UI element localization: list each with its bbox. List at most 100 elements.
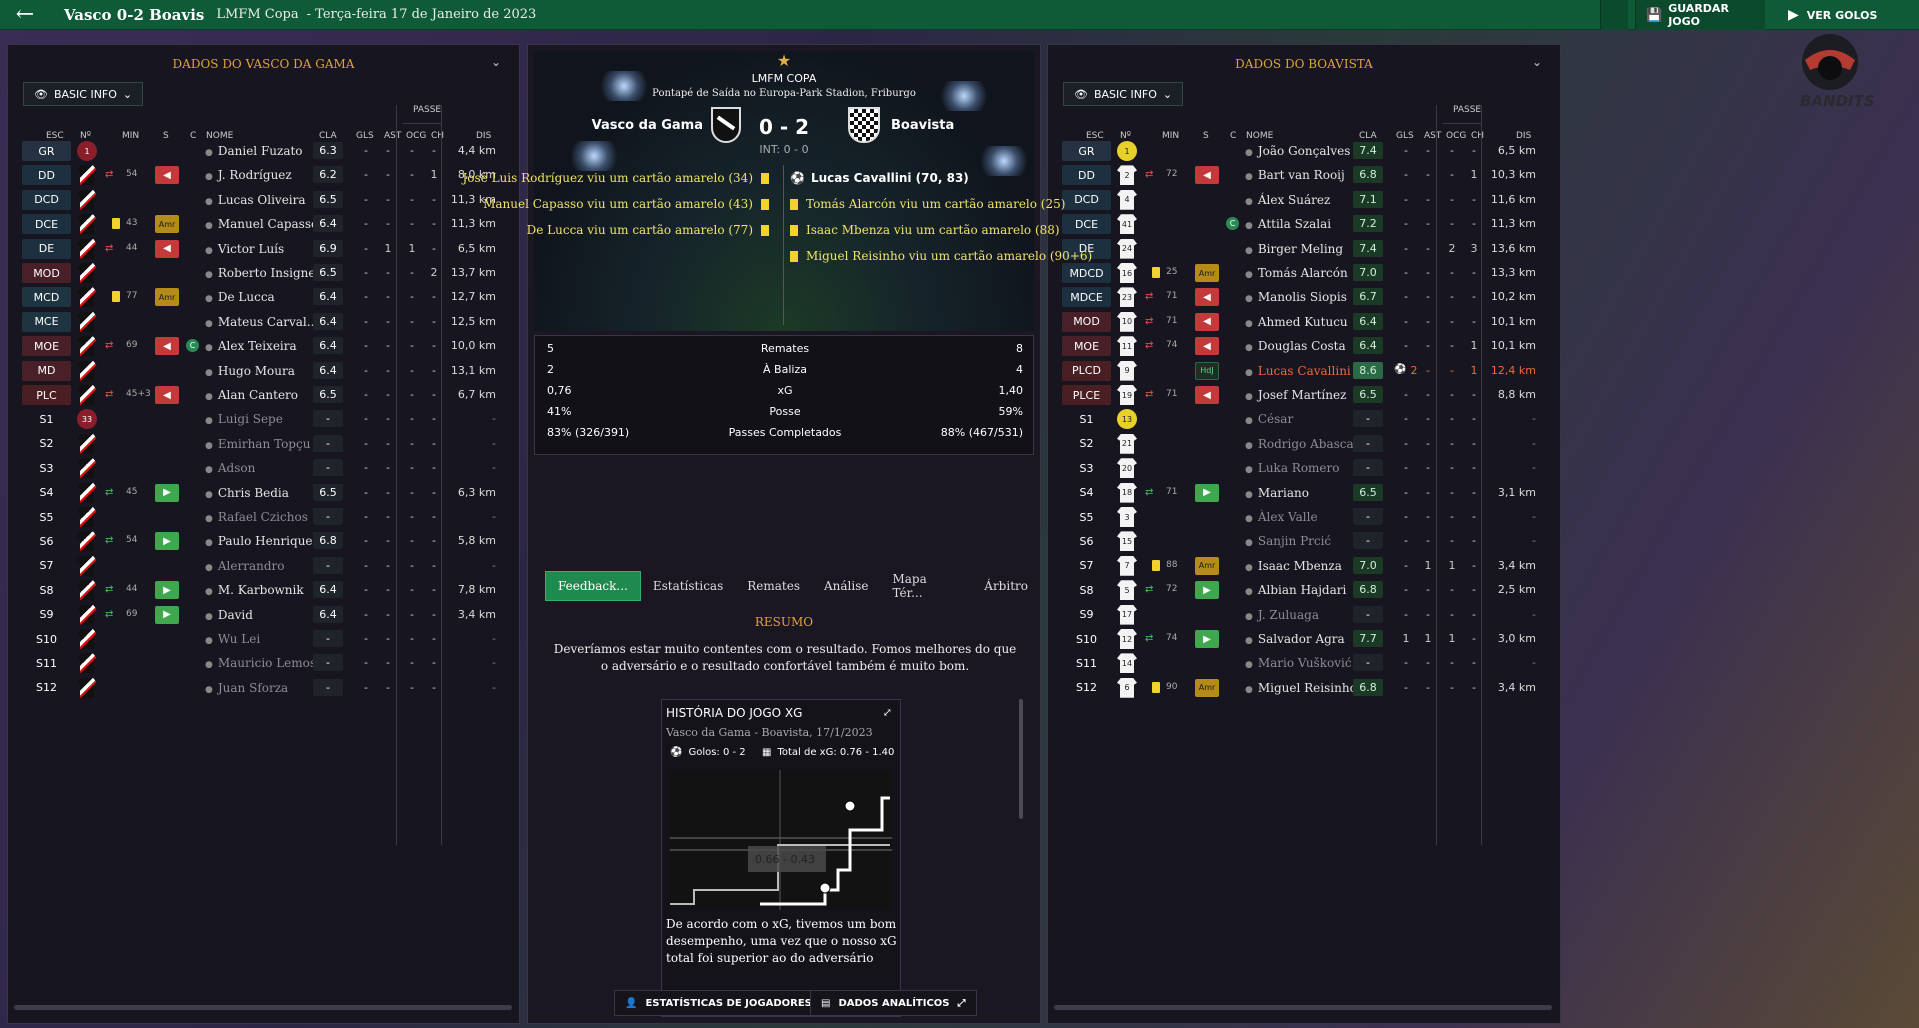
- table-row[interactable]: S10 ● Wu Lei - - - - - -: [8, 626, 519, 652]
- table-row[interactable]: PLCE 19 ⇄ 71 ◀ ● Josef Martínez 6.5 - - - - 8,8 km: [1048, 382, 1560, 408]
- column-header-ocg[interactable]: OCG: [406, 131, 426, 141]
- player-name[interactable]: ● Salvador Agra: [1245, 632, 1345, 646]
- tab-4[interactable]: Mapa Tér...: [880, 571, 972, 601]
- table-row[interactable]: S9 ⇄ 69 ▶ ● David 6.4 - - - - 3,4 km: [8, 602, 519, 628]
- player-name[interactable]: ● Bart van Rooij: [1245, 168, 1345, 182]
- substitution-off-button[interactable]: ◀: [155, 166, 179, 185]
- table-row[interactable]: S1 13 ● César - - - - - -: [1048, 406, 1560, 432]
- player-name[interactable]: ● Mariano: [1245, 486, 1309, 500]
- player-name[interactable]: ● Juan Sforza: [205, 681, 288, 695]
- expand-icon[interactable]: ⤢: [883, 706, 892, 719]
- player-name[interactable]: ● Adson: [205, 461, 255, 475]
- substitution-on-button[interactable]: ▶: [1195, 581, 1219, 600]
- player-name[interactable]: ● Mauricio Lemos: [205, 656, 316, 670]
- table-row[interactable]: MOD 10 ⇄ 71 ◀ ● Ahmed Kutucu 6.4- - - -10,1 km: [1048, 309, 1560, 335]
- chevron-down-icon[interactable]: ⌄: [491, 55, 501, 69]
- player-stats-button[interactable]: 👤ESTATÍSTICAS DE JOGADORES⤢: [614, 990, 839, 1016]
- substitution-on-button[interactable]: ▶: [1195, 483, 1219, 502]
- player-name[interactable]: ● Wu Lei: [205, 632, 260, 646]
- back-arrow-icon[interactable]: ←: [0, 0, 50, 30]
- player-name[interactable]: ● Mateus Carval...: [205, 315, 318, 329]
- tab-1[interactable]: Estatísticas: [641, 571, 735, 601]
- player-name[interactable]: ● Ahmed Kutucu: [1245, 315, 1348, 329]
- table-row[interactable]: S8 5 ⇄ 72 ▶ ● Albian Hajdari 6.8 - - - - 2,5 km: [1048, 577, 1560, 603]
- table-row[interactable]: MCE ● Mateus Carval... 6.4- - - -12,5 km: [8, 309, 519, 335]
- table-row[interactable]: S3 ● Adson - - - - - -: [8, 455, 519, 481]
- player-name[interactable]: ● Douglas Costa: [1245, 339, 1346, 353]
- player-name[interactable]: ● Attila Szalai: [1245, 217, 1331, 231]
- player-name[interactable]: ● Victor Luís: [205, 242, 284, 256]
- player-name[interactable]: ● Álex Suárez: [1245, 193, 1330, 207]
- column-header-nome[interactable]: NOME: [206, 131, 233, 141]
- column-header-cla[interactable]: CLA: [319, 131, 337, 141]
- table-row[interactable]: S5 3 ● Àlex Valle - - - - - -: [1048, 504, 1560, 530]
- table-row[interactable]: S6 15 ● Sanjin Prcić - - - - - -: [1048, 528, 1560, 554]
- substitution-off-button[interactable]: ◀: [155, 386, 179, 404]
- table-row[interactable]: S4 ⇄ 45 ▶ ● Chris Bedia 6.5 - - - - 6,3 km: [8, 480, 519, 506]
- table-row[interactable]: S8 ⇄ 44 ▶ ● M. Karbownik 6.4 - - - - 7,8 km: [8, 577, 519, 603]
- substitution-off-button[interactable]: ◀: [1195, 166, 1219, 185]
- table-row[interactable]: S2 21 ● Rodrigo Abascal - - - - - -: [1048, 431, 1560, 457]
- table-row[interactable]: S1 33 ● Luigi Sepe - - - - - -: [8, 406, 519, 432]
- column-header-gls[interactable]: GLS: [356, 131, 374, 141]
- basic-info-dropdown[interactable]: 👁 BASIC INFO ⌄: [23, 82, 144, 106]
- table-row[interactable]: S5 ● Rafael Czichos - - - - - -: [8, 504, 519, 530]
- player-name[interactable]: ● Hugo Moura: [205, 364, 295, 378]
- substitution-on-button[interactable]: ▶: [155, 483, 179, 502]
- table-row[interactable]: MCD 77 Amr ● De Lucca 6.4- - - -12,7 km: [8, 284, 519, 310]
- table-row[interactable]: S6 ⇄ 54 ▶ ● Paulo Henrique 6.8 - - - - 5,8 km: [8, 528, 519, 554]
- table-row[interactable]: DCD 4 ● Álex Suárez 7.1- - - -11,6 km: [1048, 187, 1560, 213]
- column-header-gls[interactable]: GLS: [1396, 131, 1414, 141]
- table-row[interactable]: GR 1 ● Daniel Fuzato 6.3 - - - - 4,4 km: [8, 138, 519, 164]
- player-name[interactable]: ● Alerrandro: [205, 559, 284, 573]
- table-row[interactable]: DD ⇄ 54 ◀ ● J. Rodríguez 6.2- - -1 8,0 km: [8, 162, 519, 188]
- basic-info-dropdown[interactable]: 👁 BASIC INFO ⌄: [1063, 82, 1184, 106]
- player-name[interactable]: ● Lucas Oliveira: [205, 193, 306, 207]
- chevron-down-icon[interactable]: ⌄: [1532, 55, 1542, 69]
- player-name[interactable]: ● Manuel Capasso: [205, 217, 318, 231]
- player-name[interactable]: ● Birger Meling: [1245, 242, 1343, 256]
- column-header-no[interactable]: Nº: [80, 131, 91, 141]
- blank-button[interactable]: [1600, 0, 1628, 30]
- player-name[interactable]: ● Sanjin Prcić: [1245, 534, 1331, 548]
- column-header-ast[interactable]: AST: [384, 131, 401, 141]
- substitution-off-button[interactable]: ◀: [155, 239, 179, 258]
- column-header-s[interactable]: S: [163, 131, 169, 141]
- player-name[interactable]: ● Luka Romero: [1245, 461, 1340, 475]
- table-row[interactable]: S12 6 90 Amr ● Miguel Reisinho 6.8 - - - - 3,4 km: [1048, 675, 1560, 701]
- player-name[interactable]: ● Àlex Valle: [1245, 510, 1318, 524]
- table-row[interactable]: DCE 43 Amr ● Manuel Capasso 6.4- - - -11,3 km: [8, 211, 519, 237]
- substitution-off-button[interactable]: ◀: [1195, 337, 1219, 356]
- column-header-dis[interactable]: DIS: [476, 131, 491, 141]
- vertical-scrollbar[interactable]: [1019, 699, 1023, 819]
- column-header-c[interactable]: C: [1230, 131, 1236, 141]
- table-row[interactable]: S10 12 ⇄ 74 ▶ ● Salvador Agra 7.7 1 1 1 - 3,0 km: [1048, 626, 1560, 652]
- player-name[interactable]: ● Paulo Henrique: [205, 534, 313, 548]
- column-header-esc[interactable]: ESC: [1086, 131, 1104, 141]
- player-name[interactable]: ● Alan Cantero: [205, 388, 298, 402]
- player-name[interactable]: ● João Gonçalves: [1245, 144, 1350, 158]
- table-row[interactable]: S2 ● Emirhan Topçu - - - - - -: [8, 431, 519, 457]
- table-row[interactable]: S7 7 88 Amr ● Isaac Mbenza 7.0 - 1 1 - 3,4 km: [1048, 553, 1560, 579]
- substitution-off-button[interactable]: ◀: [1195, 288, 1219, 307]
- column-header-nome[interactable]: NOME: [1246, 131, 1273, 141]
- player-name[interactable]: ● Albian Hajdari: [1245, 583, 1346, 597]
- substitution-on-button[interactable]: ▶: [1195, 630, 1219, 648]
- table-row[interactable]: MDCD 16 25 Amr ● Tomás Alarcón 7.0 - - - - 13,3 km: [1048, 260, 1560, 286]
- table-row[interactable]: S11 14 ● Mario Vušković - - - - - -: [1048, 650, 1560, 676]
- player-name[interactable]: ● J. Rodríguez: [205, 168, 292, 182]
- player-name[interactable]: ● Daniel Fuzato: [205, 144, 303, 158]
- table-row[interactable]: DE 24 ● Birger Meling 7.4- -2 3 13,6 km: [1048, 236, 1560, 262]
- table-row[interactable]: PLC ⇄ 45+3 ◀ ● Alan Cantero 6.5 - - - - 6,7 km: [8, 382, 519, 408]
- table-row[interactable]: GR 1 ● João Gonçalves 7.4 - - - - 6,5 km: [1048, 138, 1560, 164]
- tab-5[interactable]: Árbitro: [972, 571, 1040, 601]
- column-header-esc[interactable]: ESC: [46, 131, 64, 141]
- player-name[interactable]: ● Emirhan Topçu: [205, 437, 310, 451]
- table-row[interactable]: MOE ⇄ 69 ◀ C ● Alex Teixeira 6.4- - - -10,0 km: [8, 333, 519, 359]
- player-name[interactable]: ● Rafael Czichos: [205, 510, 308, 524]
- column-header-ast[interactable]: AST: [1424, 131, 1441, 141]
- table-row[interactable]: S7 ● Alerrandro - - - - - -: [8, 553, 519, 579]
- player-name[interactable]: ● César: [1245, 412, 1293, 426]
- player-name[interactable]: ● M. Karbownik: [205, 583, 304, 597]
- player-name[interactable]: ● De Lucca: [205, 290, 275, 304]
